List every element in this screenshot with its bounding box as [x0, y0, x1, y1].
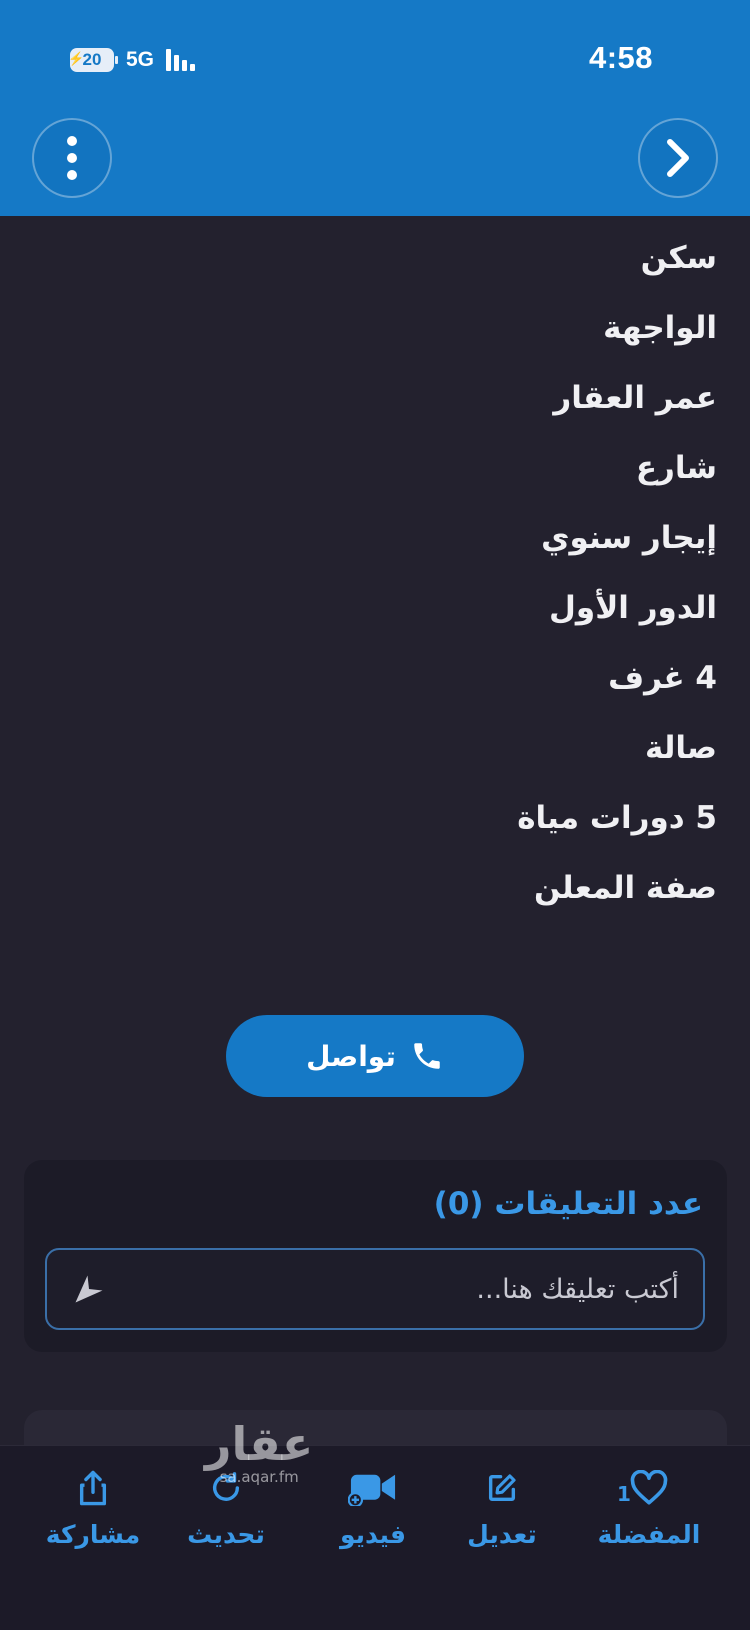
- detail-item: سكن: [640, 240, 717, 276]
- status-bar-left: ⚡ 20 5G: [68, 46, 196, 74]
- nav-share-label: مشاركة: [45, 1520, 141, 1549]
- detail-item: 4 غرف: [608, 660, 717, 696]
- property-details-list: سكن الواجهة عمر العقار شارع إيجار سنوي ا…: [117, 228, 717, 928]
- detail-item: شارع: [635, 450, 717, 486]
- send-icon[interactable]: [71, 1271, 107, 1307]
- network-type: 5G: [126, 48, 155, 71]
- detail-item: الدور الأول: [549, 590, 717, 626]
- detail-item: 5 دورات مياة: [517, 800, 717, 836]
- back-button[interactable]: [638, 118, 718, 198]
- nav-favorites-label: المفضلة: [597, 1520, 701, 1549]
- comment-placeholder: أكتب تعليقك هنا...: [476, 1273, 679, 1305]
- edit-icon: [485, 1466, 519, 1510]
- signal-icon: [166, 49, 196, 71]
- video-add-icon: [348, 1466, 398, 1510]
- chevron-right-icon: [667, 139, 689, 177]
- nav-edit[interactable]: تعديل: [442, 1466, 562, 1549]
- detail-item: الواجهة: [603, 310, 717, 346]
- nav-favorites[interactable]: 1 المفضلة: [589, 1466, 709, 1549]
- detail-item: صالة: [644, 730, 717, 766]
- charging-icon: ⚡: [68, 51, 85, 66]
- bottom-nav: مشاركة تحديث فيديو تعديل 1 المفضلة: [0, 1445, 750, 1630]
- more-vertical-icon: [67, 136, 77, 180]
- nav-edit-label: تعديل: [467, 1520, 537, 1549]
- aqar-watermark: عقار sa.aqar.fm: [205, 1420, 313, 1486]
- nav-video[interactable]: فيديو: [313, 1466, 433, 1549]
- more-options-button[interactable]: [32, 118, 112, 198]
- nav-share[interactable]: مشاركة: [33, 1466, 153, 1549]
- share-icon: [76, 1466, 110, 1510]
- detail-item: عمر العقار: [553, 380, 717, 416]
- contact-label: تواصل: [306, 1039, 396, 1073]
- detail-item: صفة المعلن: [534, 870, 717, 906]
- contact-button[interactable]: تواصل: [226, 1015, 524, 1097]
- comment-input[interactable]: أكتب تعليقك هنا...: [45, 1248, 705, 1330]
- comments-count-title: عدد التعليقات (0): [433, 1186, 703, 1222]
- comments-section: عدد التعليقات (0) أكتب تعليقك هنا...: [24, 1160, 727, 1352]
- nav-video-label: فيديو: [339, 1520, 407, 1549]
- watermark-arabic: عقار: [205, 1417, 314, 1471]
- status-time: 4:58: [588, 40, 653, 75]
- battery-level: 20: [82, 50, 102, 69]
- heart-icon: 1: [609, 1466, 689, 1510]
- app-header: ⚡ 20 5G 4:58: [0, 0, 750, 216]
- battery-indicator: ⚡ 20: [68, 48, 118, 72]
- watermark-url: sa.aqar.fm: [219, 1468, 299, 1486]
- favorites-count: 1: [617, 1482, 631, 1506]
- nav-refresh-label: تحديث: [187, 1520, 265, 1549]
- detail-item: إيجار سنوي: [541, 520, 717, 556]
- phone-icon: [414, 1043, 440, 1069]
